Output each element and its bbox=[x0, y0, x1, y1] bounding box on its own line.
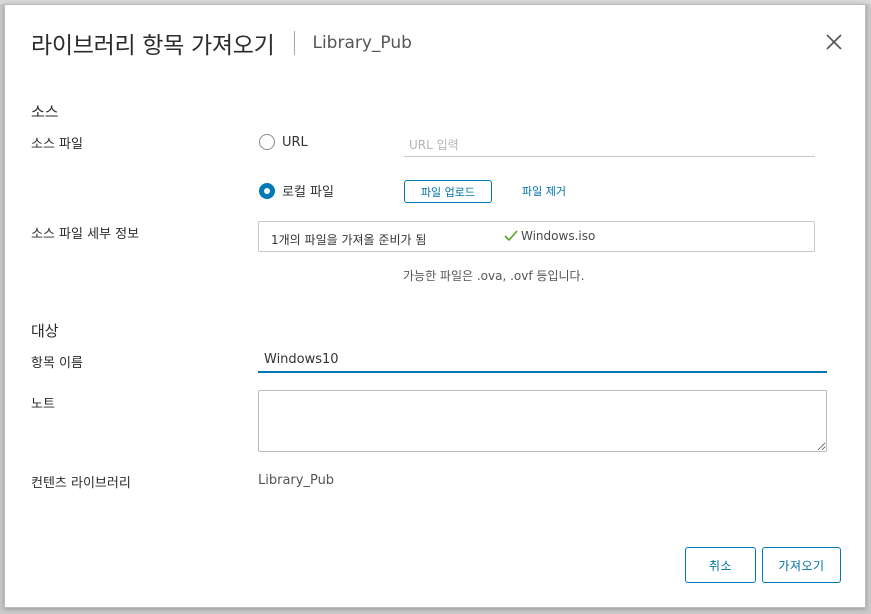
source-file-details-box: 1개의 파일을 가져올 준비가 됨 Windows.iso bbox=[258, 221, 815, 252]
url-input[interactable] bbox=[404, 133, 815, 157]
target-section-heading: 대상 bbox=[31, 322, 59, 340]
close-icon bbox=[826, 34, 842, 50]
cancel-button[interactable]: 취소 bbox=[685, 547, 756, 583]
notes-label: 노트 bbox=[31, 397, 55, 412]
title-divider bbox=[294, 31, 296, 55]
details-file-name: Windows.iso bbox=[521, 229, 596, 243]
local-file-radio[interactable] bbox=[259, 182, 275, 199]
notes-textarea[interactable] bbox=[258, 390, 827, 452]
local-file-radio-label: 로컬 파일 bbox=[282, 185, 334, 200]
item-name-input[interactable] bbox=[258, 348, 827, 373]
import-button[interactable]: 가져오기 bbox=[762, 547, 841, 583]
dialog-subtitle: Library_Pub bbox=[312, 33, 412, 53]
remove-file-link[interactable]: 파일 제거 bbox=[522, 183, 566, 199]
details-file: Windows.iso bbox=[504, 229, 595, 243]
url-radio-label: URL bbox=[282, 134, 308, 150]
item-name-label: 항목 이름 bbox=[31, 356, 83, 371]
supported-files-hint: 가능한 파일은 .ova, .ovf 등입니다. bbox=[403, 269, 585, 283]
dialog-header: 라이브러리 항목 가져오기 Library_Pub bbox=[31, 25, 412, 61]
source-section-heading: 소스 bbox=[31, 103, 59, 121]
upload-file-button[interactable]: 파일 업로드 bbox=[404, 180, 492, 203]
source-file-details-label: 소스 파일 세부 정보 bbox=[31, 227, 140, 242]
close-button[interactable] bbox=[823, 31, 845, 53]
checkmark-icon bbox=[504, 230, 518, 242]
local-file-radio-option[interactable]: 로컬 파일 bbox=[259, 181, 334, 200]
url-radio[interactable] bbox=[259, 134, 275, 150]
content-library-value: Library_Pub bbox=[258, 473, 335, 488]
content-library-label: 컨텐츠 라이브러리 bbox=[31, 476, 131, 491]
source-file-label: 소스 파일 bbox=[31, 137, 83, 152]
dialog-title: 라이브러리 항목 가져오기 bbox=[31, 33, 275, 59]
details-status-text: 1개의 파일을 가져올 준비가 됨 bbox=[271, 233, 427, 247]
url-radio-option[interactable]: URL bbox=[259, 134, 308, 150]
import-library-item-dialog: 라이브러리 항목 가져오기 Library_Pub 소스 소스 파일 URL 로… bbox=[4, 4, 866, 608]
